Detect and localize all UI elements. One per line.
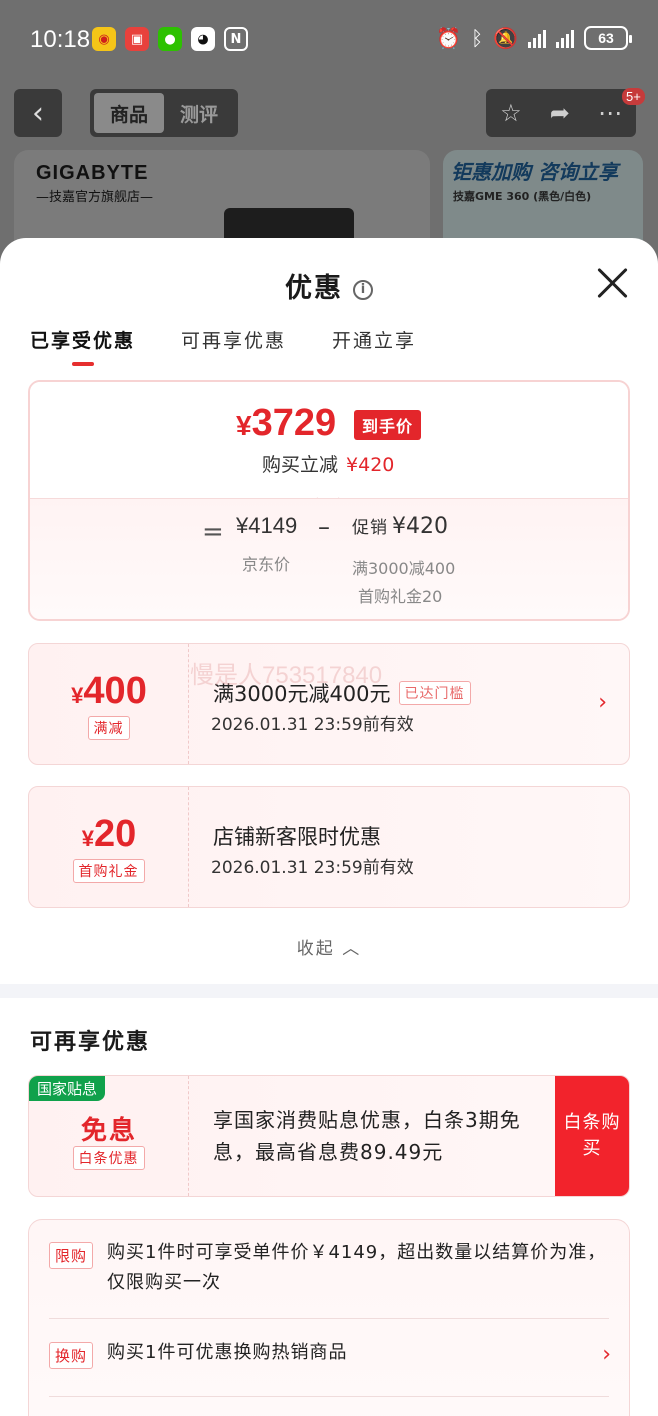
baitiao-buy-button[interactable]: 白条购买	[555, 1076, 629, 1196]
threshold-reached-tag: 已达门槛	[398, 681, 471, 705]
rule-text: 购买1件可优惠换购热销商品	[107, 1342, 348, 1363]
price-breakdown: = ¥4149 京东价 – 促销 ¥420 满3000减400 首购礼金20	[30, 498, 628, 619]
clock: 10:18	[30, 26, 91, 53]
final-price: ¥3729	[236, 402, 337, 444]
tab-product[interactable]: 商品	[94, 93, 164, 133]
jd-price-label: 京东价	[242, 555, 291, 574]
coupon-card[interactable]: ¥20 首购礼金 店铺新客限时优惠 2026.01.31 23:59前有效	[28, 786, 630, 908]
final-price-tag: 到手价	[354, 410, 422, 440]
watermark: 慢是人753517840	[190, 662, 383, 689]
rule-limit: 限购 购买1件时可享受单件价￥4149，超出数量以结算价为准，仅限购买一次	[49, 1238, 609, 1302]
brand-subtitle: —技嘉官方旗舰店—	[36, 190, 154, 205]
coupon-amount: ¥20	[81, 813, 137, 855]
more-icon[interactable]: ⋯	[598, 99, 622, 127]
price-summary-card: ¥3729 到手价 购买立减 ¥420 = ¥4149 京东价 – 促销 ¥420 …	[28, 380, 630, 621]
wechat-icon: ●	[158, 27, 182, 51]
coupon-title: 店铺新客限时优惠	[213, 825, 381, 849]
rule-tag: 换购	[49, 1342, 94, 1369]
star-icon[interactable]: ☆	[500, 99, 522, 127]
brand-logo: GIGABYTE	[36, 162, 149, 184]
product-review-switch: 商品 测评	[90, 89, 238, 137]
coupon-validity: 2026.01.31 23:59前有效	[211, 858, 414, 878]
battery-icon: 63	[584, 26, 632, 50]
signal-icon	[528, 28, 546, 48]
national-subsidy-badge: 国家贴息	[29, 1076, 106, 1101]
section-divider	[0, 984, 658, 998]
tab-enjoyed[interactable]: 已享受优惠	[30, 326, 135, 366]
chevron-right-icon[interactable]: ›	[602, 1342, 611, 1367]
baitiao-chip: 白条优惠	[72, 1146, 145, 1170]
more-discounts-title: 可再享优惠	[30, 1030, 151, 1055]
equals-sign: =	[202, 517, 224, 547]
collapse-button[interactable]: 收起 ︿	[0, 934, 658, 959]
promo-title: 钜惠加购 咨询立享	[451, 160, 618, 184]
chevron-left-icon: ‹	[32, 95, 44, 131]
qq-icon: ◕	[191, 27, 215, 51]
bluetooth-icon: ᛒ	[471, 26, 484, 50]
chevron-right-icon[interactable]: ›	[598, 690, 607, 715]
jd-price: ¥4149	[236, 513, 298, 538]
promo-detail-2: 首购礼金20	[358, 587, 443, 606]
tab-activate[interactable]: 开通立享	[332, 326, 416, 365]
discount-tabs: 已享受优惠 可再享优惠 开通立享	[30, 326, 416, 366]
mute-icon: 🔕	[493, 26, 518, 50]
nfc-icon: N	[224, 27, 248, 51]
status-bar: 10:18 ◉ ▣ ● ◕ N ⏰ ᛒ 🔕 63	[0, 0, 658, 80]
interest-free-label: 免息	[80, 1116, 137, 1146]
coupon-amount: ¥400	[71, 670, 147, 712]
message-badge: 5+	[622, 88, 645, 105]
discount-sheet: 优惠 i 已享受优惠 可再享优惠 开通立享 ¥3729 到手价 购买立减 ¥420 …	[0, 238, 658, 1416]
rule-tag: 限购	[49, 1242, 94, 1269]
tab-review[interactable]: 测评	[164, 93, 234, 133]
weibo-icon: ◉	[92, 27, 116, 51]
promo-detail-1: 满3000减400	[352, 559, 456, 578]
info-icon[interactable]: i	[353, 279, 373, 300]
coupon-validity: 2026.01.31 23:59前有效	[211, 715, 414, 735]
header-actions: ☆ ➦ ⋯	[486, 89, 636, 137]
rule-exchange[interactable]: 换购 购买1件可优惠换购热销商品 ›	[49, 1338, 611, 1374]
minus-sign: –	[318, 513, 330, 541]
back-button[interactable]: ‹	[14, 89, 62, 137]
system-indicators: ⏰ ᛒ 🔕 63	[436, 26, 632, 50]
purchase-rules: 限购 购买1件时可享受单件价￥4149，超出数量以结算价为准，仅限购买一次 换购…	[28, 1219, 630, 1416]
rule-text: 购买1件时可享受单件价￥4149，超出数量以结算价为准，仅限购买一次	[107, 1242, 607, 1293]
notification-icons: ◉ ▣ ● ◕ N	[92, 27, 248, 51]
alarm-icon: ⏰	[436, 26, 462, 50]
close-icon[interactable]	[596, 266, 630, 300]
taobao-icon: ▣	[125, 27, 149, 51]
sheet-title: 优惠 i	[0, 266, 658, 305]
signal-icon-2	[556, 28, 574, 48]
coupon-type: 满减	[87, 716, 130, 740]
promo-total: 促销 ¥420	[352, 514, 448, 539]
tab-more-available[interactable]: 可再享优惠	[181, 326, 286, 365]
interest-free-card[interactable]: 免息 白条优惠 国家贴息 享国家消费贴息优惠，白条3期免息，最高省息费89.49…	[28, 1075, 630, 1197]
share-icon[interactable]: ➦	[550, 99, 570, 127]
instant-reduction: 购买立减 ¥420	[262, 454, 395, 476]
subsidy-description: 享国家消费贴息优惠，白条3期免息，最高省息费89.49元	[213, 1108, 521, 1164]
promo-subtitle: 技嘉GME 360 (黑色/白色)	[453, 190, 592, 203]
coupon-type: 首购礼金	[72, 859, 145, 883]
